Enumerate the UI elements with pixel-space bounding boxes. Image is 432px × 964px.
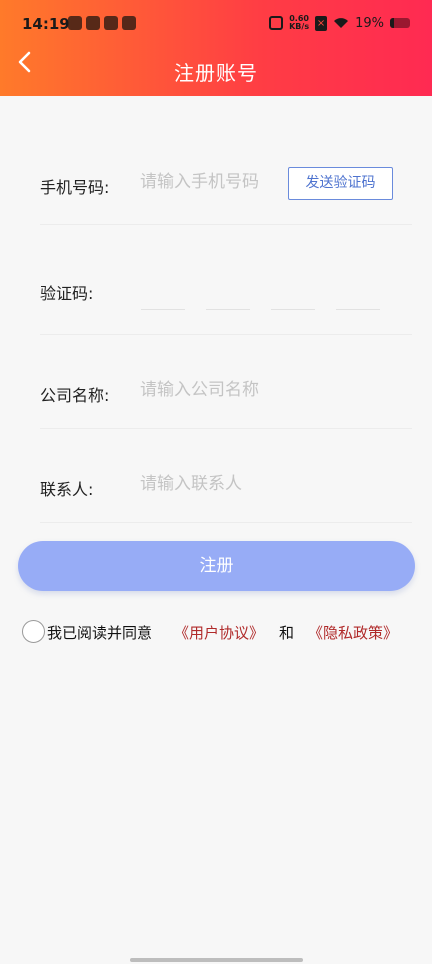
company-row: 公司名称: — [40, 380, 412, 406]
code-digit-box[interactable] — [206, 309, 250, 310]
privacy-policy-link[interactable]: 《隐私政策》 — [308, 622, 398, 643]
battery-fill — [390, 18, 394, 28]
register-button[interactable]: 注册 — [18, 541, 415, 591]
divider — [40, 428, 412, 429]
home-indicator[interactable] — [130, 958, 303, 962]
company-label: 公司名称: — [40, 386, 110, 405]
contact-row: 联系人: — [40, 474, 412, 500]
divider — [40, 334, 412, 335]
send-code-button[interactable]: 发送验证码 — [288, 167, 393, 200]
phone-input[interactable] — [140, 172, 280, 192]
wifi-icon — [334, 18, 349, 28]
agree-radio[interactable] — [22, 620, 45, 643]
agreement-row: 我已阅读并同意 《用户协议》 和 《隐私政策》 — [22, 620, 422, 644]
notification-icon — [68, 16, 82, 30]
user-agreement-link[interactable]: 《用户协议》 — [174, 622, 264, 643]
status-bar: 14:19 0.60 KB/s × 19% — [0, 0, 432, 50]
phone-label: 手机号码: — [40, 178, 110, 197]
notification-icon — [104, 16, 118, 30]
page-title: 注册账号 — [174, 61, 258, 85]
verify-code-row: 验证码: — [40, 280, 412, 304]
contact-label: 联系人: — [40, 480, 94, 499]
code-digit-box[interactable] — [336, 309, 380, 310]
battery-percent: 19% — [355, 15, 384, 31]
divider — [40, 224, 412, 225]
notification-icon — [86, 16, 100, 30]
battery-icon — [390, 18, 410, 28]
verify-code-label: 验证码: — [40, 284, 94, 303]
code-digit-box[interactable] — [271, 309, 315, 310]
contact-input[interactable] — [140, 474, 400, 494]
net-speed: 0.60 KB/s — [289, 15, 309, 31]
net-speed-unit: KB/s — [289, 22, 310, 31]
vibrate-icon — [269, 16, 284, 30]
agree-text: 我已阅读并同意 — [47, 624, 153, 642]
and-text: 和 — [279, 624, 295, 642]
no-sim-icon: × — [315, 15, 328, 31]
code-digit-box[interactable] — [141, 309, 185, 310]
company-input[interactable] — [140, 380, 400, 400]
divider — [40, 522, 412, 523]
status-time: 14:19 — [22, 15, 70, 33]
notification-icon — [122, 16, 136, 30]
